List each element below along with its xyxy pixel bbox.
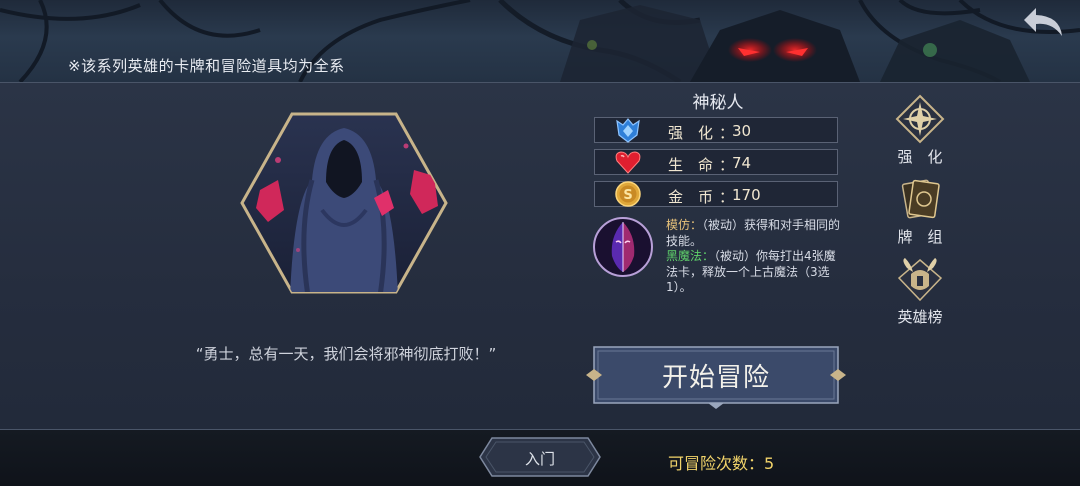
hero-name: 神秘人 (692, 93, 744, 113)
mimic-skill-icon (593, 217, 653, 277)
leaderboard-label: 英雄榜 (897, 308, 943, 326)
top-banner: ※该系列英雄的卡牌和冒险道具均为全系 (0, 0, 1080, 82)
deck-button[interactable]: 牌 组 (886, 176, 954, 247)
start-adventure-button[interactable]: 开始冒险 (584, 345, 848, 411)
bottom-bar: 入门 可冒险次数：5 (0, 430, 1080, 486)
upgrade-button[interactable]: 强 化 (886, 94, 954, 167)
stat-row-health: 生 命 ： 74 (594, 149, 838, 175)
stat-value: 170 (732, 186, 761, 204)
skill-black-magic: 黑魔法：（被动）你每打出4张魔法卡，释放一个上古魔法（3选1）。 (666, 249, 844, 296)
adventure-attempts: 可冒险次数：5 (668, 450, 774, 474)
stat-row-upgrade: 强 化 ： 30 (594, 117, 838, 143)
compass-emblem-icon (895, 94, 945, 144)
stat-row-gold: S 金 币 ： 170 (594, 181, 838, 207)
hero-quote: “勇士，总有一天，我们会将邪神彻底打败！” (195, 345, 497, 363)
beginner-button[interactable]: 入门 (476, 434, 604, 480)
deck-label: 牌 组 (897, 228, 943, 246)
attempts-count: 5 (764, 454, 775, 473)
upgrade-label: 强 化 (897, 148, 943, 166)
stat-label: 生 命 (668, 156, 714, 174)
start-adventure-label: 开始冒险 (661, 363, 770, 393)
beginner-label: 入门 (524, 450, 555, 468)
stat-label: 强 化 (668, 124, 714, 142)
stat-value: 30 (732, 122, 752, 140)
hero-portrait (240, 112, 448, 294)
heart-icon (615, 151, 641, 174)
skill-mimic: 模仿：（被动）获得和对手相同的技能。 (666, 218, 844, 249)
svg-text:S: S (623, 188, 632, 203)
stat-value: 74 (732, 154, 752, 172)
stat-label: 金 币 (668, 188, 714, 206)
shield-gem-icon (616, 118, 640, 143)
skill-name: 模仿： (666, 218, 703, 232)
attempts-label: 可冒险次数： (668, 454, 765, 473)
back-button[interactable] (1022, 4, 1066, 40)
card-deck-icon (901, 179, 940, 219)
series-notice: ※该系列英雄的卡牌和冒险道具均为全系 (68, 57, 345, 75)
skill-description: 模仿：（被动）获得和对手相同的技能。 黑魔法：（被动）你每打出4张魔法卡，释放一… (666, 218, 844, 296)
gold-coin-icon: S (615, 181, 641, 207)
skill-name: 黑魔法： (666, 249, 715, 263)
horned-helmet-icon (897, 258, 943, 302)
leaderboard-button[interactable]: 英雄榜 (886, 256, 954, 327)
back-arrow-icon (1024, 8, 1062, 36)
